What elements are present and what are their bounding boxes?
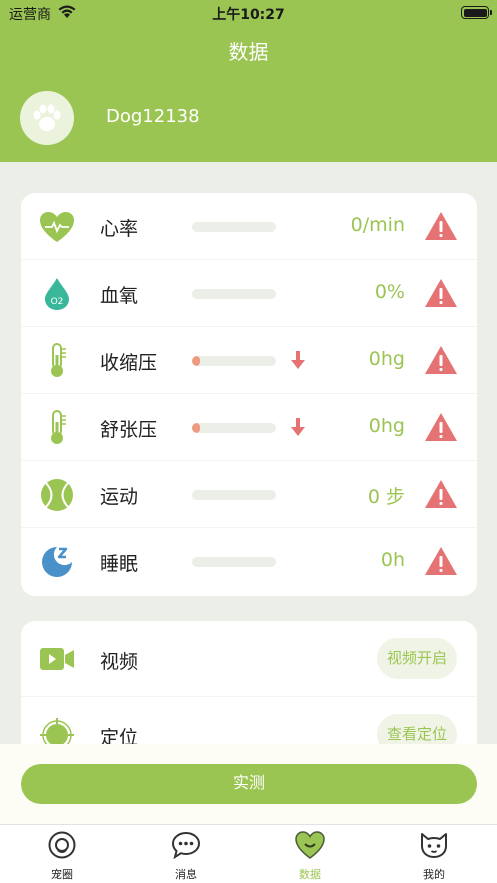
warning-icon[interactable] [424, 211, 458, 241]
blood-oxygen-icon: O2 [39, 276, 75, 312]
status-time: 上午10:27 [212, 7, 285, 23]
metric-value: 0hg [368, 415, 405, 437]
tab-mine[interactable]: 我的 [372, 825, 496, 883]
heart-face-icon [295, 831, 325, 859]
metric-bar [192, 356, 276, 366]
thermometer-icon [39, 343, 75, 379]
status-bar: 运营商 上午10:27 [0, 0, 497, 26]
tennis-ball-icon [39, 477, 75, 513]
tab-label: 宠圈 [51, 868, 73, 881]
metric-value: 0/min [350, 214, 405, 236]
metric-bar [192, 423, 276, 433]
measure-button[interactable]: 实测 [21, 764, 477, 804]
tab-messages[interactable]: 消息 [124, 825, 248, 883]
metric-bar [192, 222, 276, 232]
svg-text:O2: O2 [51, 297, 64, 307]
metric-row-sleep[interactable]: 睡眠 0h [21, 528, 477, 595]
metric-bar [192, 490, 276, 500]
cat-face-icon [421, 833, 447, 858]
metric-label: 收缩压 [100, 352, 158, 374]
metric-bar [192, 557, 276, 567]
metric-value: 0h [380, 549, 405, 571]
arrow-down-icon [291, 351, 305, 369]
tab-data[interactable]: 数据 [248, 825, 372, 883]
heart-rate-icon [39, 209, 75, 245]
battery-icon [461, 6, 492, 19]
metrics-card: 心率 0/min O2 血氧 0% 收缩压 0hg 舒张压 0hg 运动 0 步… [21, 193, 477, 596]
chat-bubble-icon [171, 831, 201, 859]
tab-label: 消息 [175, 868, 197, 881]
metric-bar-fill [192, 356, 201, 366]
metric-value: 0% [374, 281, 405, 303]
sleep-moon-icon [39, 544, 75, 580]
warning-icon[interactable] [424, 345, 458, 375]
warning-icon[interactable] [424, 412, 458, 442]
metric-label: 心率 [100, 218, 139, 240]
page-title: 数据 [228, 40, 269, 64]
metric-label: 舒张压 [100, 419, 158, 441]
avatar[interactable] [20, 91, 74, 145]
metric-label: 运动 [100, 486, 139, 508]
metric-bar-fill [192, 423, 201, 433]
metric-value: 0 步 [367, 486, 405, 508]
metric-row-exercise[interactable]: 运动 0 步 [21, 461, 477, 528]
tab-bar: 宠圈 消息 数据 我的 [0, 824, 497, 883]
paw-icon [33, 104, 61, 131]
tab-label: 数据 [299, 868, 321, 881]
metric-row-blood-oxygen[interactable]: O2 血氧 0% [21, 260, 477, 327]
pet-name[interactable]: Dog12138 [106, 106, 200, 127]
tab-label: 我的 [423, 868, 445, 881]
warning-icon[interactable] [424, 479, 458, 509]
warning-icon[interactable] [424, 546, 458, 576]
header: 运营商 上午10:27 数据 Dog12138 [0, 0, 497, 162]
warning-icon[interactable] [424, 278, 458, 308]
metric-bar [192, 289, 276, 299]
tab-pet-circle[interactable]: 宠圈 [0, 825, 124, 883]
arrow-down-icon [291, 418, 305, 436]
video-open-button[interactable]: 视频开启 [376, 638, 457, 679]
bottom-action-bar: 实测 [0, 744, 497, 824]
metric-label: 血氧 [100, 285, 139, 307]
metric-label: 睡眠 [100, 553, 139, 575]
metric-row-diastolic[interactable]: 舒张压 0hg [21, 394, 477, 461]
metric-value: 0hg [368, 348, 405, 370]
video-camera-icon [38, 641, 76, 677]
pet-circle-icon [48, 831, 76, 859]
metric-row-systolic[interactable]: 收缩压 0hg [21, 327, 477, 394]
feature-label: 视频 [100, 651, 139, 673]
feature-row-video[interactable]: 视频 视频开启 [21, 621, 477, 697]
thermometer-icon [39, 410, 75, 446]
metric-row-heart-rate[interactable]: 心率 0/min [21, 193, 477, 260]
